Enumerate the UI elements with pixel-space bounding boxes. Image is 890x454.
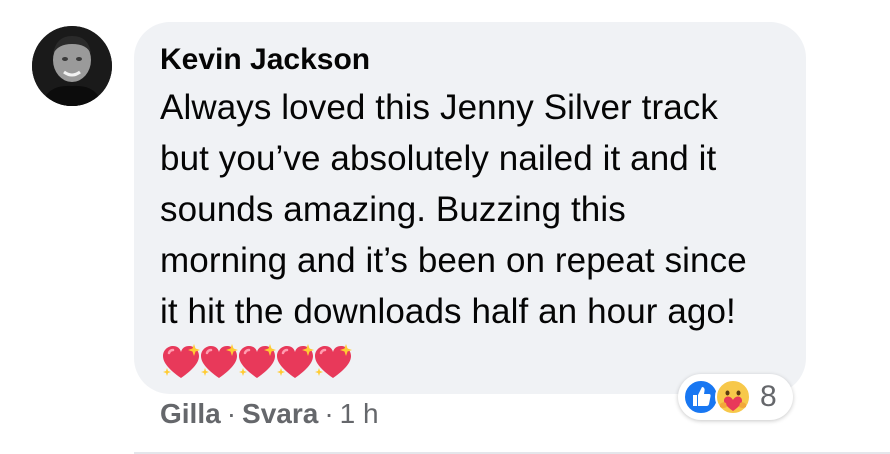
like-button[interactable]: Gilla bbox=[160, 398, 221, 430]
comment-author[interactable]: Kevin Jackson bbox=[160, 42, 780, 78]
separator: · bbox=[324, 398, 334, 429]
comment-timestamp[interactable]: 1 h bbox=[340, 398, 379, 430]
sparkling-heart-icon bbox=[315, 344, 352, 378]
emoji-row bbox=[160, 343, 352, 382]
avatar-photo bbox=[32, 26, 112, 106]
sparkling-heart-icon bbox=[277, 344, 314, 378]
separator: · bbox=[226, 398, 237, 429]
reaction-summary[interactable]: 8 bbox=[678, 374, 793, 420]
sparkling-heart-icon bbox=[163, 344, 200, 378]
sparkling-heart-icon bbox=[239, 344, 276, 378]
comment-actions: Gilla · Svara · 1 h bbox=[160, 398, 379, 430]
care-icon bbox=[715, 379, 751, 415]
avatar[interactable] bbox=[32, 26, 112, 106]
comment-bubble: Kevin Jackson Always loved this Jenny Si… bbox=[134, 22, 806, 394]
reply-button[interactable]: Svara bbox=[242, 398, 318, 430]
reaction-count: 8 bbox=[760, 380, 777, 413]
comment-text-block: Always loved this Jenny Silver track but… bbox=[160, 82, 760, 388]
sparkling-heart-icon bbox=[201, 344, 238, 378]
comment-text: Always loved this Jenny Silver track but… bbox=[160, 88, 747, 331]
